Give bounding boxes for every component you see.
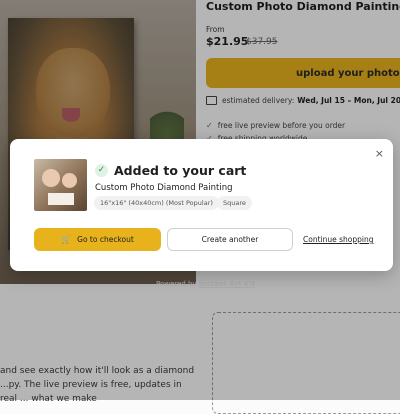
added-to-cart-modal: × ✓ Added to your cart Custom Photo Diam… [10, 139, 393, 271]
cart-icon: 🛒 [61, 235, 72, 244]
go-to-checkout-button[interactable]: 🛒 Go to checkout [34, 228, 161, 251]
thumbnail-person [62, 173, 77, 188]
option-chip-size: 16"x16" (40x40cm) (Most Popular) [94, 196, 219, 210]
thumbnail-book [48, 193, 74, 205]
cart-item-name: Custom Photo Diamond Painting [95, 183, 233, 193]
thumbnail-person [42, 169, 60, 187]
create-another-button[interactable]: Create another [167, 228, 293, 251]
check-circle-icon: ✓ [95, 164, 108, 177]
continue-shopping-link[interactable]: Continue shopping [303, 235, 373, 244]
checkout-label: Go to checkout [77, 235, 134, 244]
close-icon[interactable]: × [375, 147, 384, 160]
option-chip-shape: Square [217, 196, 252, 210]
cart-item-thumbnail [34, 159, 87, 211]
modal-title: Added to your cart [114, 163, 247, 178]
